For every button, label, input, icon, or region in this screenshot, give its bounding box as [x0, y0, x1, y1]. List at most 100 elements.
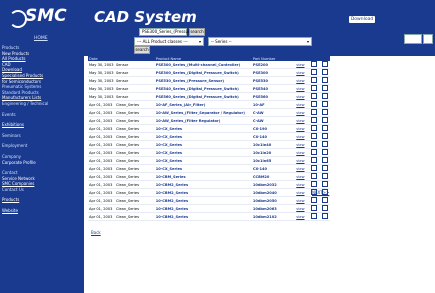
row-checkbox[interactable]	[321, 173, 328, 179]
row-product-name[interactable]: PSE560_Series_(Digital_Pressure_Switch)	[154, 92, 252, 101]
row-part-number[interactable]: 10dbm2032	[251, 180, 296, 189]
row-view-link[interactable]: view	[295, 108, 309, 117]
row-view-link[interactable]: view	[295, 124, 309, 133]
row-part-number[interactable]: 10c1in20	[251, 148, 296, 157]
home-link[interactable]: HOME	[34, 36, 48, 41]
row-part-number[interactable]: 10c1in40	[251, 140, 296, 149]
row-view-link[interactable]: view	[295, 172, 309, 181]
row-checkbox[interactable]	[311, 69, 318, 75]
row-product-name[interactable]: 10-CBM2_Series	[154, 204, 252, 213]
row-view-link[interactable]: view	[295, 68, 309, 77]
row-checkbox[interactable]	[321, 117, 328, 123]
row-product-name[interactable]: 10-CX_Series	[154, 156, 252, 165]
row-checkbox[interactable]	[311, 141, 318, 147]
row-view-link[interactable]: view	[295, 100, 309, 109]
row-product-name[interactable]: 10-CBM2_Series	[154, 188, 252, 197]
row-checkbox[interactable]	[311, 117, 318, 123]
row-product-name[interactable]: 10-CX_Series	[154, 148, 252, 157]
row-part-number[interactable]: CCBM20	[251, 172, 296, 181]
row-checkbox[interactable]	[321, 69, 328, 75]
row-checkbox[interactable]	[311, 165, 318, 171]
row-part-number[interactable]: C-AW	[251, 108, 296, 117]
row-checkbox[interactable]	[311, 181, 318, 187]
row-view-link[interactable]: view	[295, 180, 309, 189]
row-checkbox[interactable]	[311, 61, 318, 67]
row-view-link[interactable]: view	[295, 156, 309, 165]
row-view-link[interactable]: view	[295, 61, 309, 69]
row-checkbox[interactable]	[321, 197, 328, 203]
row-product-name[interactable]: 10-CX_Series	[154, 132, 252, 141]
row-view-link[interactable]: view	[295, 188, 309, 197]
row-checkbox[interactable]	[321, 149, 328, 155]
row-product-name[interactable]: 10-AW_Series_(Filter_Separator / Regulat…	[154, 108, 252, 117]
row-checkbox[interactable]	[321, 125, 328, 131]
sidebar-item[interactable]: Website	[2, 208, 82, 214]
row-checkbox[interactable]	[321, 93, 328, 99]
row-product-name[interactable]: 10-CBM2_Series	[154, 196, 252, 205]
row-part-number[interactable]: PSE560	[251, 92, 296, 101]
row-checkbox[interactable]	[321, 61, 328, 67]
row-view-link[interactable]: view	[295, 76, 309, 85]
row-checkbox[interactable]	[311, 173, 318, 179]
row-product-name[interactable]: 10-CBM2_Series	[154, 180, 252, 189]
row-product-name[interactable]: 10-AW_Series_(Filter Regulator)	[154, 116, 252, 125]
row-product-name[interactable]: 10-AF_Series_(Air_Filter)	[154, 100, 252, 109]
row-part-number[interactable]: C-AW	[251, 116, 296, 125]
row-product-name[interactable]: 10-CX_Series	[154, 124, 252, 133]
row-checkbox[interactable]	[311, 93, 318, 99]
row-view-link[interactable]: view	[295, 84, 309, 93]
row-view-link[interactable]: view	[295, 116, 309, 125]
row-product-name[interactable]: PSE300_Series_(Digital_Pressure_Switch)	[154, 68, 252, 77]
row-part-number[interactable]: CX-190	[251, 124, 296, 133]
side-control-button[interactable]	[423, 34, 433, 44]
row-checkbox[interactable]	[311, 133, 318, 139]
search-button[interactable]: search	[189, 28, 205, 36]
row-part-number[interactable]: PSE530	[251, 76, 296, 85]
row-view-link[interactable]: view	[295, 140, 309, 149]
smc-logo[interactable]: SMC	[5, 4, 79, 34]
row-checkbox[interactable]	[311, 109, 318, 115]
row-checkbox[interactable]	[311, 149, 318, 155]
row-checkbox[interactable]	[311, 213, 318, 219]
product-class-select[interactable]: --- ALL Product classes --- ▾	[134, 37, 204, 46]
row-view-link[interactable]: view	[295, 212, 309, 221]
row-product-name[interactable]: PSE530_Series_(Pressure_Sensor)	[154, 76, 252, 85]
row-checkbox[interactable]	[311, 85, 318, 91]
row-part-number[interactable]: 10-AF	[251, 100, 296, 109]
row-checkbox[interactable]	[321, 165, 328, 171]
row-view-link[interactable]: view	[295, 204, 309, 213]
search-input[interactable]: PSE300_Series_(Pressure...	[139, 28, 196, 36]
row-checkbox[interactable]	[311, 125, 318, 131]
row-checkbox[interactable]	[311, 197, 318, 203]
row-checkbox[interactable]	[321, 101, 328, 107]
row-product-name[interactable]: 10-CX_Series	[154, 164, 252, 173]
row-view-link[interactable]: view	[295, 92, 309, 101]
row-checkbox[interactable]	[321, 205, 328, 211]
row-checkbox[interactable]	[311, 157, 318, 163]
row-part-number[interactable]: PSE540	[251, 84, 296, 93]
row-checkbox[interactable]	[321, 109, 328, 115]
row-product-name[interactable]: 10-CX_Series	[154, 140, 252, 149]
row-checkbox[interactable]	[321, 157, 328, 163]
back-link[interactable]: Back	[91, 230, 101, 235]
download-button[interactable]: Download	[349, 16, 375, 23]
row-view-link[interactable]: view	[295, 196, 309, 205]
row-part-number[interactable]: CX-140	[251, 164, 296, 173]
row-checkbox[interactable]	[311, 205, 318, 211]
row-product-name[interactable]: 10-CBM_Series	[154, 172, 252, 181]
row-part-number[interactable]: 10dbm2063	[251, 204, 296, 213]
row-view-link[interactable]: view	[295, 132, 309, 141]
row-product-name[interactable]: 10-CBM2_Series	[154, 212, 252, 221]
row-product-name[interactable]: PSE540_Series_(Digital_Pressure_Switch)	[154, 84, 252, 93]
row-part-number[interactable]: 10dbm2102	[251, 212, 296, 221]
series-select[interactable]: -- Series -- ▾	[208, 37, 312, 46]
row-product-name[interactable]: PSE300_Series_(Multi-channel_Controller)	[154, 61, 252, 69]
row-part-number[interactable]: 10dbm2040	[251, 188, 296, 197]
side-control[interactable]	[404, 34, 422, 44]
filter-search-button[interactable]: search	[134, 46, 150, 54]
row-checkbox[interactable]	[321, 181, 328, 187]
row-part-number[interactable]: PSE300	[251, 68, 296, 77]
next-link[interactable]: NEXT>>	[312, 190, 329, 195]
row-checkbox[interactable]	[321, 77, 328, 83]
row-checkbox[interactable]	[321, 85, 328, 91]
